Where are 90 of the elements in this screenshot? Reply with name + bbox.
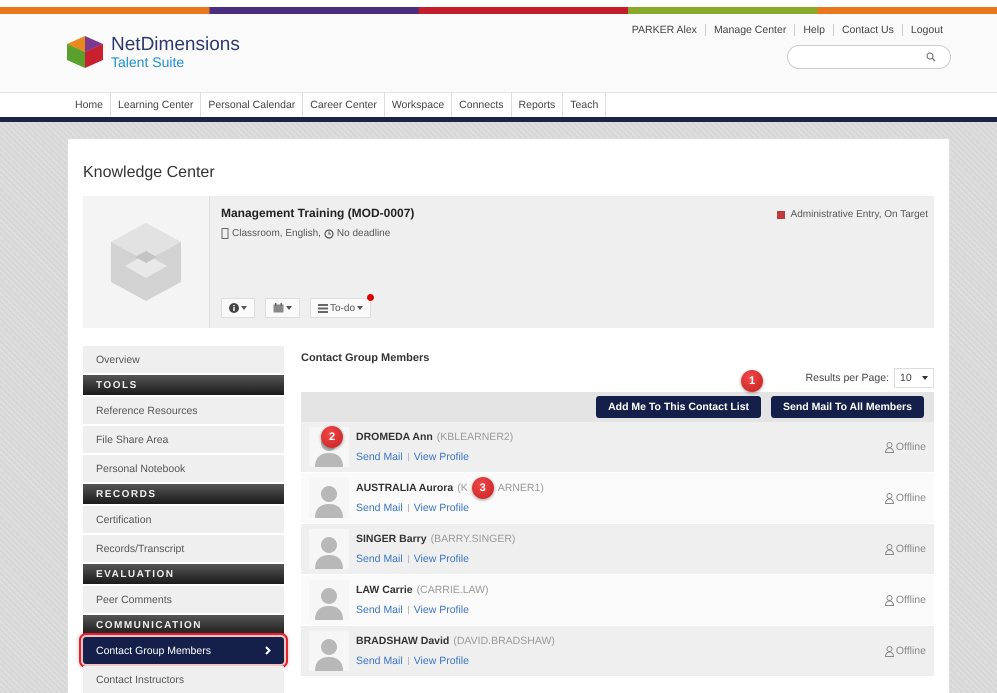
- nav-tab[interactable]: Reports: [512, 93, 564, 117]
- nav-tab[interactable]: Workspace: [384, 93, 452, 117]
- member-link[interactable]: Send Mail: [356, 553, 403, 565]
- sidebar-item[interactable]: Certification: [83, 506, 284, 533]
- status-text: Administrative Entry, On Target: [790, 209, 928, 220]
- member-link[interactable]: Send Mail: [356, 655, 403, 667]
- caret-icon: [922, 376, 928, 380]
- header-link[interactable]: Contact Us: [832, 24, 902, 36]
- sidebar-item[interactable]: Contact Instructors: [83, 666, 284, 693]
- results-label: Results per Page:: [806, 372, 889, 384]
- door-icon: [221, 228, 229, 239]
- brand-name: NetDimensions: [111, 34, 240, 54]
- person-icon: [884, 594, 894, 606]
- avatar-placeholder: [309, 529, 349, 569]
- sidebar-section-header: EVALUATION: [83, 564, 284, 584]
- sidebar-item[interactable]: Personal Notebook: [83, 455, 284, 482]
- sidebar-item[interactable]: Peer Comments: [83, 586, 284, 613]
- nav-tab[interactable]: Teach: [563, 93, 606, 117]
- member-username: (KBLEARNER2): [436, 431, 514, 443]
- member-link[interactable]: Send Mail: [356, 604, 403, 616]
- calendar-icon: [273, 303, 284, 313]
- avatar-placeholder: [309, 631, 349, 671]
- caret-icon: [286, 306, 292, 310]
- calendar-button[interactable]: [265, 298, 300, 318]
- presence-status: Offline: [896, 594, 926, 606]
- module-meta: Classroom, English,: [232, 228, 321, 239]
- nav-tab[interactable]: Connects: [452, 93, 512, 117]
- list-icon: [318, 304, 328, 312]
- member-name: SINGER Barry: [356, 533, 427, 545]
- person-icon: [884, 544, 894, 554]
- info-button[interactable]: [221, 298, 255, 318]
- avatar-placeholder: [309, 580, 349, 620]
- sidebar-item[interactable]: File Share Area: [83, 426, 284, 453]
- person-icon: [884, 646, 894, 656]
- panel-title: Contact Group Members: [301, 352, 430, 364]
- member-link[interactable]: View Profile: [414, 604, 469, 616]
- nav-tab[interactable]: Career Center: [303, 93, 385, 117]
- caret-icon: [241, 306, 247, 310]
- sidebar-item[interactable]: Overview: [83, 346, 284, 373]
- avatar-placeholder: [309, 478, 349, 518]
- chevron-icon: [265, 646, 271, 655]
- clock-icon: [324, 228, 334, 238]
- presence-status: Offline: [896, 543, 926, 555]
- person-icon: [884, 442, 894, 452]
- presence-status: Offline: [896, 492, 926, 504]
- deadline-text: No deadline: [336, 228, 390, 239]
- info-icon: [229, 303, 239, 313]
- callout-badge: 1: [741, 370, 764, 392]
- sidebar-item[interactable]: Reference Resources: [83, 397, 284, 424]
- member-username: (BARRY.SINGER): [430, 533, 516, 545]
- nav-tab[interactable]: Personal Calendar: [201, 93, 304, 117]
- sidebar-section-header: RECORDS: [83, 484, 284, 504]
- person-icon: [884, 492, 894, 504]
- member-link[interactable]: View Profile: [414, 655, 469, 667]
- caret-icon: [357, 306, 364, 310]
- logo-icon: [65, 34, 105, 70]
- search-icon: [926, 52, 936, 62]
- member-link[interactable]: Send Mail: [356, 451, 403, 463]
- member-username: (K: [457, 482, 468, 494]
- presence-status: Offline: [896, 441, 926, 453]
- member-name: DROMEDA Ann: [356, 431, 433, 443]
- cube-icon: [109, 221, 183, 303]
- member-name: LAW Carrie: [356, 584, 413, 596]
- member-username: (DAVID.BRADSHAW): [453, 635, 555, 647]
- member-link[interactable]: View Profile: [414, 553, 469, 565]
- member-link[interactable]: View Profile: [414, 451, 469, 463]
- results-select[interactable]: 10: [894, 368, 934, 388]
- nav-tab[interactable]: Home: [68, 93, 112, 117]
- member-name: BRADSHAW David: [356, 635, 450, 647]
- callout-badge: 3: [472, 477, 494, 499]
- product-name: Talent Suite: [111, 54, 186, 70]
- sidebar-section-header: TOOLS: [83, 375, 284, 395]
- header-link[interactable]: Manage Center: [704, 24, 794, 36]
- member-link[interactable]: View Profile: [414, 502, 469, 514]
- sidebar-item[interactable]: Records/Transcript: [83, 535, 284, 562]
- page-title: Knowledge Center: [83, 163, 216, 183]
- member-link[interactable]: Send Mail: [356, 502, 403, 514]
- nav-tab[interactable]: Learning Center: [111, 93, 202, 117]
- header-link[interactable]: Logout: [902, 24, 951, 36]
- presence-status: Offline: [896, 645, 926, 657]
- search-field[interactable]: [787, 45, 951, 69]
- header-link[interactable]: Help: [794, 24, 833, 36]
- member-username: ARNER1): [498, 482, 544, 494]
- sidebar-item[interactable]: Contact Group Members: [83, 637, 284, 664]
- header-link[interactable]: PARKER Alex: [624, 24, 705, 36]
- sidebar-section-header: COMMUNICATION: [83, 615, 284, 635]
- action-button[interactable]: Add Me To This Contact List: [596, 396, 762, 418]
- member-username: (CARRIE.LAW): [416, 584, 489, 596]
- member-name: AUSTRALIA Aurora: [356, 482, 454, 494]
- module-title: Management Training (MOD-0007): [221, 206, 414, 220]
